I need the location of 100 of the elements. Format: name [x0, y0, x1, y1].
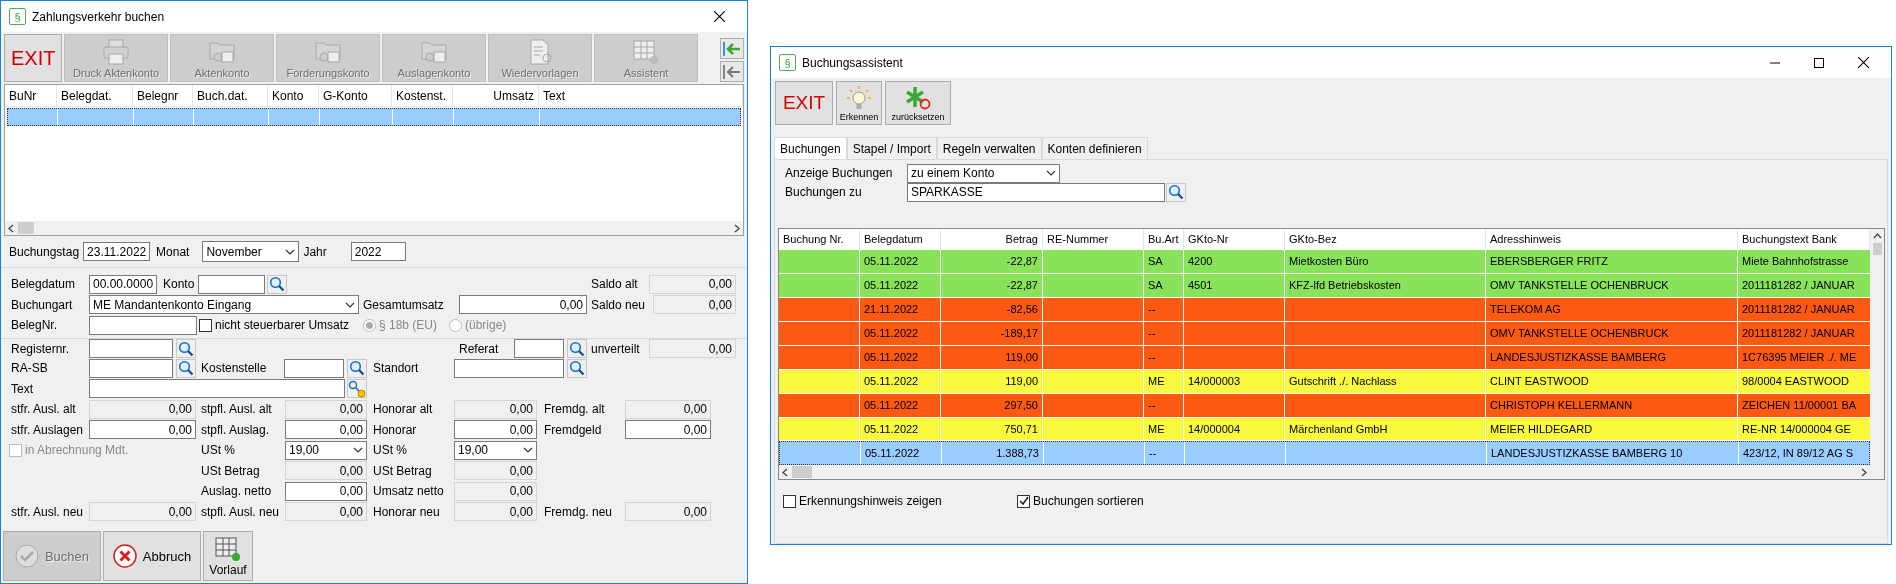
table-row[interactable]: 05.11.2022 119,00 -- LANDESJUSTIZKASSE BAMBERG 1C76395 MEIER ./. ME [779, 345, 1870, 370]
table-cell: OMV TANKSTELLE OCHENBRUCK [1486, 274, 1738, 298]
search-button[interactable] [567, 339, 587, 359]
column-header[interactable]: Buch.dat. [193, 85, 268, 106]
dropdown[interactable]: November [202, 241, 300, 262]
scroll-right-icon[interactable] [1861, 467, 1867, 477]
table-row[interactable] [7, 108, 741, 126]
field-label: Honorar [373, 422, 418, 437]
tab[interactable]: Buchungen [774, 137, 847, 159]
tab[interactable]: Regeln verwalten [936, 137, 1042, 159]
tab[interactable]: Konten definieren [1041, 137, 1148, 159]
column-header[interactable]: G-Konto [319, 85, 392, 106]
readonly-field: 0,00 [454, 461, 537, 481]
column-header[interactable]: Konto [268, 85, 319, 106]
table-row[interactable]: 05.11.2022 -22,87 SA 4200 Mietkosten Büro EBERSBERGER FRITZ Miete Bahnhofstrasse [779, 250, 1870, 275]
input-field[interactable]: 23.11.2022 [83, 242, 151, 261]
scroll-left-icon[interactable] [8, 223, 14, 233]
preview-button[interactable]: Vorlauf [203, 531, 253, 581]
arrow-button[interactable] [720, 61, 744, 82]
search-button[interactable] [567, 358, 587, 378]
table-row[interactable]: 05.11.2022 -22,87 SA 4501 KFZ-lfd Betriebskosten OMV TANKSTELLE OCHENBRUCK 2011181282 / JANUAR [779, 274, 1870, 299]
exit-button[interactable]: EXIT [775, 81, 833, 125]
folder-icon [420, 39, 448, 65]
maximize-icon[interactable] [1814, 57, 1824, 68]
input-field[interactable]: 0,00 [625, 420, 711, 440]
dropdown[interactable]: zu einem Konto [907, 163, 1060, 183]
scrollbar-thumb[interactable] [18, 222, 34, 234]
input-field[interactable]: 0,00 [285, 420, 367, 440]
input-field[interactable] [514, 339, 564, 359]
table-row[interactable]: 05.11.2022 1.388,73 -- LANDESJUSTIZKASSE BAMBERG 10 423/12, IN 89/12 AG S [779, 441, 1870, 466]
field-label: Konto [163, 277, 196, 292]
input-field[interactable]: 0,00 [285, 481, 367, 501]
table-row[interactable]: 05.11.2022 -189,17 -- OMV TANKSTELLE OCHENBRUCK 2011181282 / JANUAR [779, 322, 1870, 346]
arrow-button[interactable] [720, 38, 744, 59]
field-label: Registernr. [11, 341, 71, 356]
input-field[interactable] [89, 315, 197, 335]
checkbox[interactable] [1017, 494, 1030, 508]
table-cell: 05.11.2022 [860, 417, 941, 441]
reset-button[interactable]: zurücksetzen [885, 81, 951, 125]
input-field[interactable]: 0,00 [459, 295, 587, 315]
input-field[interactable]: 0,00 [89, 420, 196, 440]
tab[interactable]: Stapel / Import [846, 137, 937, 159]
input-field[interactable] [89, 379, 345, 399]
column-header[interactable]: Belegnr [133, 85, 193, 106]
scrollbar-thumb[interactable] [792, 466, 812, 479]
input-field[interactable]: 00.00.0000 [89, 274, 157, 294]
cancel-button[interactable]: Abbruch [103, 531, 201, 581]
column-header[interactable]: Umsatz [453, 85, 539, 106]
table-cell: SA [1144, 274, 1184, 298]
close-icon[interactable] [1857, 57, 1869, 68]
dropdown[interactable]: 19,00 [285, 440, 367, 460]
input-field[interactable] [198, 274, 265, 294]
scroll-left-icon[interactable] [782, 467, 788, 477]
search-button[interactable] [1166, 182, 1186, 202]
table-cell: 4501 [1184, 274, 1285, 298]
arrow-left-icon [723, 64, 741, 79]
search-icon [349, 360, 365, 377]
table-row[interactable]: 05.11.2022 119,00 ME 14/000003 Gutschrift ./. Nachlass CLINT EASTWOOD 98/0004 EASTWOOD [779, 369, 1870, 394]
field-label: Buchungstag [9, 244, 80, 259]
dropdown[interactable]: 19,00 [454, 440, 537, 460]
input-field[interactable]: 2022 [350, 242, 406, 261]
scroll-up-icon[interactable] [1872, 233, 1882, 239]
column-header[interactable]: Kostenst. [392, 85, 453, 106]
table-row[interactable]: 05.11.2022 750,71 ME 14/000004 Märchenland GmbH MEIER HILDEGARD RE-NR 14/000004 GE [779, 417, 1870, 442]
field-label: Belegdatum [11, 277, 77, 292]
key-button[interactable] [347, 379, 367, 399]
search-button[interactable] [176, 358, 196, 378]
table-cell: -- [1144, 345, 1184, 369]
column-header[interactable]: Text [539, 85, 743, 106]
checkbox[interactable] [199, 318, 212, 332]
input-field[interactable] [284, 358, 344, 378]
column-header[interactable]: BuNr [5, 85, 57, 106]
exit-button[interactable]: EXIT [4, 34, 62, 82]
table-cell: 05.11.2022 [860, 369, 941, 393]
recognize-button[interactable]: Erkennen [836, 81, 882, 125]
scroll-right-icon[interactable] [734, 223, 740, 233]
search-button[interactable] [347, 358, 367, 378]
input-field[interactable]: 0,00 [454, 420, 537, 440]
search-button[interactable] [176, 339, 196, 359]
field-label: Text [11, 381, 34, 396]
close-icon[interactable] [713, 11, 725, 22]
checkbox[interactable] [783, 494, 796, 508]
field-label: Saldo alt [591, 277, 639, 292]
input-field[interactable] [89, 339, 173, 359]
scrollbar-thumb[interactable] [1872, 243, 1882, 255]
field-label: stfr. Auslagen [11, 422, 85, 437]
checkmark-icon [14, 544, 39, 568]
field-label: Honorar neu [373, 504, 441, 519]
field-label: USt Betrag [373, 463, 433, 478]
table-row[interactable]: 21.11.2022 -82,56 -- TELEKOM AG 2011181282 / JANUAR [779, 298, 1870, 323]
column-header[interactable]: Belegdat. [57, 85, 133, 106]
table-cell: -- [1144, 322, 1184, 345]
input-field[interactable] [89, 358, 173, 378]
table-cell: 05.11.2022 [860, 322, 941, 345]
table-cell: TELEKOM AG [1486, 298, 1738, 322]
search-button[interactable] [267, 274, 287, 294]
table-row[interactable]: 05.11.2022 297,50 -- CHRISTOPH KELLERMANN ZEICHEN 11/00001 BA [779, 393, 1870, 418]
input-field[interactable] [454, 358, 564, 378]
dropdown[interactable]: ME Mandantenkonto Eingang [89, 295, 359, 315]
input-field[interactable]: SPARKASSE [907, 182, 1165, 202]
